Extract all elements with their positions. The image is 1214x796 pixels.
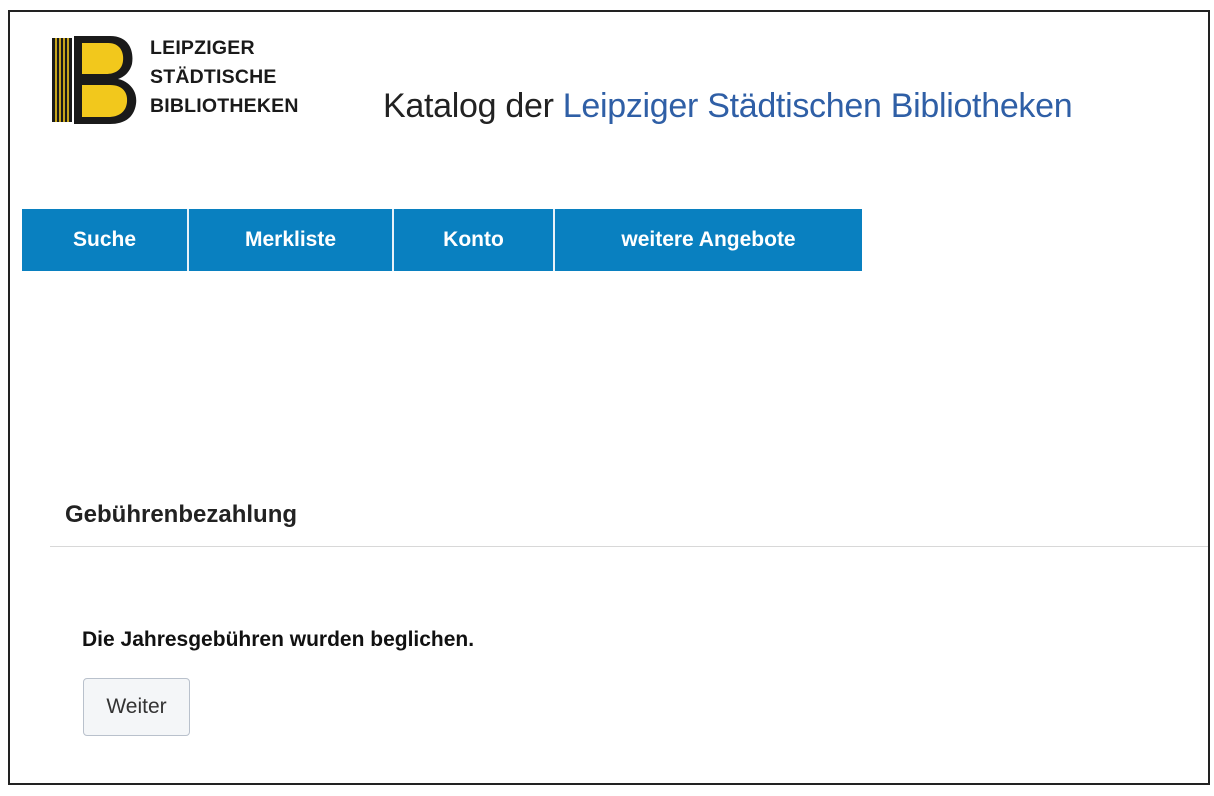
logo-line-3: BIBLIOTHEKEN — [150, 95, 299, 117]
logo-line-2: STÄDTISCHE — [150, 66, 277, 88]
browser-frame: LEIPZIGER STÄDTISCHE BIBLIOTHEKEN Katalo… — [8, 10, 1210, 785]
library-logo[interactable]: LEIPZIGER STÄDTISCHE BIBLIOTHEKEN — [52, 32, 352, 132]
continue-button[interactable]: Weiter — [83, 678, 190, 736]
section-divider — [50, 546, 1208, 547]
site-title-prefix: Katalog der — [383, 87, 554, 125]
nav-item-konto[interactable]: Konto — [392, 209, 553, 271]
site-title-accent: Leipziger Städtischen Bibliotheken — [562, 87, 1073, 125]
nav-item-weitere-angebote[interactable]: weitere Angebote — [553, 209, 862, 271]
nav-item-label: Merkliste — [244, 228, 337, 251]
nav-item-merkliste[interactable]: Merkliste — [187, 209, 392, 271]
nav-item-label: Suche — [72, 228, 137, 251]
main-navigation: Suche Merkliste Konto weitere Angebote — [22, 209, 862, 271]
logo-wordmark: LEIPZIGER STÄDTISCHE BIBLIOTHEKEN — [150, 34, 299, 121]
site-title: Katalog der Leipziger Städtischen Biblio… — [383, 87, 1073, 126]
nav-item-suche[interactable]: Suche — [22, 209, 187, 271]
payment-confirmation-message: Die Jahresgebühren wurden beglichen. — [82, 628, 475, 651]
nav-item-label: Konto — [443, 228, 504, 251]
nav-item-label: weitere Angebote — [621, 228, 796, 251]
book-b-logo-icon — [52, 36, 137, 124]
section-title: Gebührenbezahlung — [65, 501, 298, 528]
logo-line-1: LEIPZIGER — [150, 37, 255, 59]
